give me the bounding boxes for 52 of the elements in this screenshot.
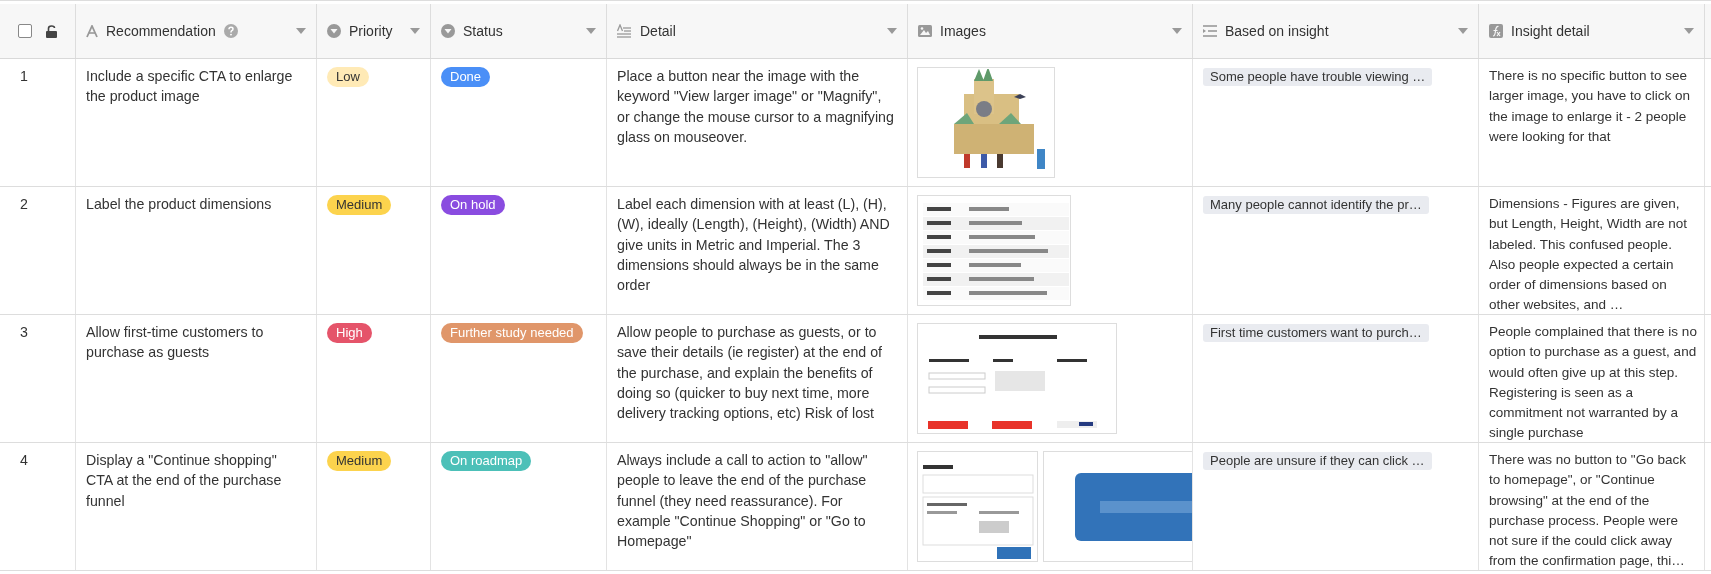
table-cell: Allow people to purchase as guests, or to save their details (ie register) at the end of the purchase, and explain the benefits of doing so (quicker to buy next time, more delivery tracking options, etc) Risk of lost (607, 315, 908, 442)
linked-record[interactable]: Many people cannot identify the pr… (1203, 196, 1429, 214)
caret-icon[interactable] (1458, 28, 1468, 34)
caret-icon[interactable] (296, 28, 306, 34)
table-cell: Label each dimension with at least (L), (H), (W), ideally (Length), (Height), (Width) AND give units in Metric and Imperial. The 3 dimensions should always be in the same order (607, 187, 908, 314)
priority-tag: Low (327, 67, 369, 87)
column-title[interactable]: Detail (640, 23, 676, 39)
dropdown-icon (441, 24, 455, 38)
caret-icon[interactable] (410, 28, 420, 34)
table-cell: There was no button to "Go back to homepage", or "Continue browsing" at the end of the purchase process. People were not sure if the could click away from the confirmation page, thi… (1479, 443, 1705, 570)
column-title[interactable]: Insight detail (1511, 23, 1590, 39)
linked-record[interactable]: Some people have trouble viewing … (1203, 68, 1433, 86)
paragraph-icon (617, 24, 632, 38)
table-cell: There is no specific button to see larger image, you have to click on the image to enlarge it - 2 people were looking for that (1479, 59, 1705, 186)
priority-tag: Medium (327, 195, 392, 215)
caret-icon[interactable] (1172, 28, 1182, 34)
column-title[interactable]: Priority (349, 23, 393, 39)
image-icon (918, 25, 932, 37)
unlocked-icon[interactable] (46, 24, 57, 38)
status-tag: Further study needed (441, 323, 583, 343)
linked-record[interactable]: People are unsure if they can click … (1203, 452, 1432, 470)
row-number: 4 (0, 443, 76, 570)
table-cell: Label the product dimensions (76, 187, 317, 314)
status-tag: On hold (441, 195, 505, 215)
status-tag: On roadmap (441, 451, 532, 471)
column-title[interactable]: Images (940, 23, 986, 39)
linked-record[interactable]: First time customers want to purch… (1203, 324, 1429, 342)
row-number: 1 (0, 59, 76, 186)
table-cell: Place a button near the image with the keyword "View larger image" or "Magnify", or change the mouse cursor to a magnifying glass on mouseover. (607, 59, 908, 186)
letter-icon (86, 24, 98, 38)
column-title[interactable]: Based on insight (1225, 23, 1329, 39)
dropdown-icon (327, 24, 341, 38)
caret-icon[interactable] (1684, 28, 1694, 34)
table-cell: Display a "Continue shopping" CTA at the end of the purchase funnel (76, 443, 317, 570)
column-title[interactable]: Status (463, 23, 503, 39)
status-tag: Done (441, 67, 491, 87)
caret-icon[interactable] (586, 28, 596, 34)
table-cell: People complained that there is no option to purchase as a guest, and would often give up at this step. Registering is seen as a commitment not warranted by a single purchase (1479, 315, 1705, 442)
priority-tag: Medium (327, 451, 392, 471)
column-title[interactable]: Recommendation (106, 23, 216, 39)
table-cell: Dimensions - Figures are given, but Length, Height, Width are not labeled. This confused people. Also people expected a certain order of dimensions based on other websites, and … (1479, 187, 1705, 314)
row-number: 2 (0, 187, 76, 314)
list-icon (1203, 25, 1217, 37)
help-icon[interactable] (223, 24, 238, 38)
caret-icon[interactable] (887, 28, 897, 34)
table-cell: Always include a call to action to "allow" people to leave the end of the purchase funnel (they need reassurance). For example "Continue Shopping" or "Go to Homepage" (607, 443, 908, 570)
table-cell: Allow first-time customers to purchase as guests (76, 315, 317, 442)
priority-tag: High (327, 323, 372, 343)
formula-icon (1489, 24, 1503, 38)
select-all-checkbox[interactable] (18, 24, 32, 38)
table-cell: Include a specific CTA to enlarge the product image (76, 59, 317, 186)
row-number: 3 (0, 315, 76, 442)
